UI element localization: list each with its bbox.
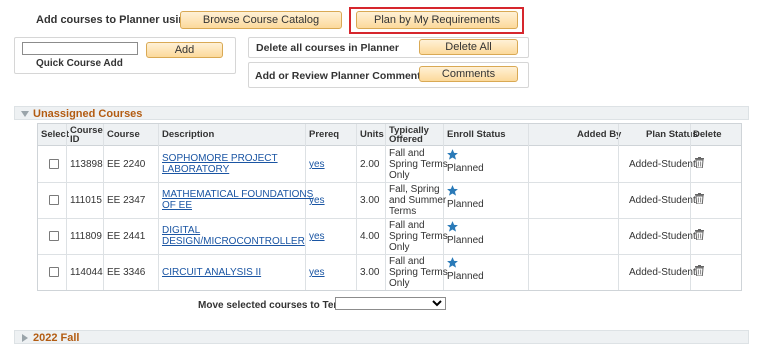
offered-line1: Fall and	[389, 256, 425, 267]
select-checkbox[interactable]	[49, 159, 59, 169]
plan-status: Added-Student	[629, 195, 696, 206]
move-to-term-label: Move selected courses to Term	[198, 300, 347, 311]
offered-line3: Only	[389, 278, 410, 289]
term-section-title: 2022 Fall	[33, 332, 80, 344]
star-icon	[446, 184, 459, 200]
enroll-status: Planned	[447, 271, 484, 282]
add-button[interactable]: Add	[146, 42, 223, 58]
comments-button[interactable]: Comments	[419, 66, 518, 82]
trash-icon[interactable]	[695, 265, 704, 279]
collapse-triangle-icon	[21, 111, 29, 117]
delete-all-label: Delete all courses in Planner	[256, 42, 399, 54]
term-select[interactable]	[335, 297, 446, 310]
star-icon	[446, 220, 459, 236]
course-code: EE 2240	[107, 159, 146, 170]
offered-line2: Spring Terms	[389, 267, 448, 278]
offered-line2: and Summer	[389, 195, 447, 206]
course-id: 111809	[70, 231, 102, 242]
course-id: 111015	[70, 195, 102, 206]
description-link-line2[interactable]: OF EE	[162, 200, 192, 211]
plan-status: Added-Student	[629, 267, 696, 278]
add-courses-label: Add courses to Planner using	[36, 14, 192, 26]
col-added-by: Added By	[577, 129, 622, 140]
col-course-id-2: ID	[70, 134, 80, 145]
star-icon	[446, 148, 459, 164]
enroll-status: Planned	[447, 235, 484, 246]
plan-status: Added-Student	[629, 159, 696, 170]
col-typically-2: Offered	[389, 134, 423, 145]
offered-line1: Fall and	[389, 148, 425, 159]
course-code: EE 2441	[107, 231, 146, 242]
description-link-line2[interactable]: DESIGN/MICROCONTROLLER	[162, 236, 305, 247]
table-row: 111809 EE 2441 DIGITAL DESIGN/MICROCONTR…	[38, 219, 741, 255]
course-id: 113898	[70, 159, 103, 170]
description-link-line1[interactable]: CIRCUIT ANALYSIS II	[162, 267, 261, 278]
table-header-row: Select Course ID Course Description Prer…	[38, 124, 741, 146]
delete-all-button[interactable]: Delete All	[419, 39, 518, 55]
quick-course-add-input[interactable]	[22, 42, 138, 55]
table-row: 111015 EE 2347 MATHEMATICAL FOUNDATIONS …	[38, 183, 741, 219]
col-prereq: Prereq	[309, 129, 340, 140]
plan-status: Added-Student	[629, 231, 696, 242]
offered-line1: Fall and	[389, 220, 425, 231]
col-course: Course	[107, 129, 140, 140]
trash-icon[interactable]	[695, 193, 704, 207]
unassigned-courses-title: Unassigned Courses	[33, 108, 143, 120]
col-delete: Delete	[693, 129, 722, 140]
prereq-link[interactable]: yes	[309, 195, 325, 206]
units: 4.00	[360, 231, 380, 242]
offered-line2: Spring Terms	[389, 159, 448, 170]
description-link-line1[interactable]: MATHEMATICAL FOUNDATIONS	[162, 189, 313, 200]
select-checkbox[interactable]	[49, 231, 59, 241]
offered-line1: Fall, Spring	[389, 184, 440, 195]
col-select: Select	[41, 129, 69, 140]
plan-by-my-requirements-button[interactable]: Plan by My Requirements	[356, 11, 518, 29]
unassigned-courses-header[interactable]: Unassigned Courses	[14, 106, 749, 120]
comments-label: Add or Review Planner Comments	[255, 70, 427, 82]
prereq-link[interactable]: yes	[309, 267, 325, 278]
star-icon	[446, 256, 459, 272]
description-link-line2[interactable]: LABORATORY	[162, 164, 229, 175]
table-row: 114044 EE 3346 CIRCUIT ANALYSIS II yes 3…	[38, 255, 741, 291]
prereq-link[interactable]: yes	[309, 159, 325, 170]
units: 3.00	[360, 267, 380, 278]
browse-course-catalog-button[interactable]: Browse Course Catalog	[180, 11, 342, 29]
col-enroll-status: Enroll Status	[447, 129, 506, 140]
prereq-link[interactable]: yes	[309, 231, 325, 242]
enroll-status: Planned	[447, 199, 484, 210]
course-code: EE 3346	[107, 267, 146, 278]
table-row: 113898 EE 2240 SOPHOMORE PROJECT LABORAT…	[38, 147, 741, 183]
offered-line3: Only	[389, 170, 410, 181]
enroll-status: Planned	[447, 163, 484, 174]
course-id: 114044	[70, 267, 103, 278]
offered-line3: Terms	[389, 206, 417, 217]
description-link-line1[interactable]: SOPHOMORE PROJECT	[162, 153, 278, 164]
select-checkbox[interactable]	[49, 195, 59, 205]
offered-line3: Only	[389, 242, 410, 253]
trash-icon[interactable]	[695, 229, 704, 243]
select-checkbox[interactable]	[49, 267, 59, 277]
units: 2.00	[360, 159, 380, 170]
col-units: Units	[360, 129, 384, 140]
course-code: EE 2347	[107, 195, 146, 206]
units: 3.00	[360, 195, 380, 206]
trash-icon[interactable]	[695, 157, 704, 171]
col-description: Description	[162, 129, 215, 140]
quick-course-add-label: Quick Course Add	[36, 58, 123, 69]
offered-line2: Spring Terms	[389, 231, 448, 242]
expand-triangle-icon	[22, 334, 28, 342]
term-section-header[interactable]: 2022 Fall	[14, 330, 749, 344]
unassigned-courses-table: Select Course ID Course Description Prer…	[37, 123, 742, 291]
description-link-line1[interactable]: DIGITAL	[162, 225, 200, 236]
